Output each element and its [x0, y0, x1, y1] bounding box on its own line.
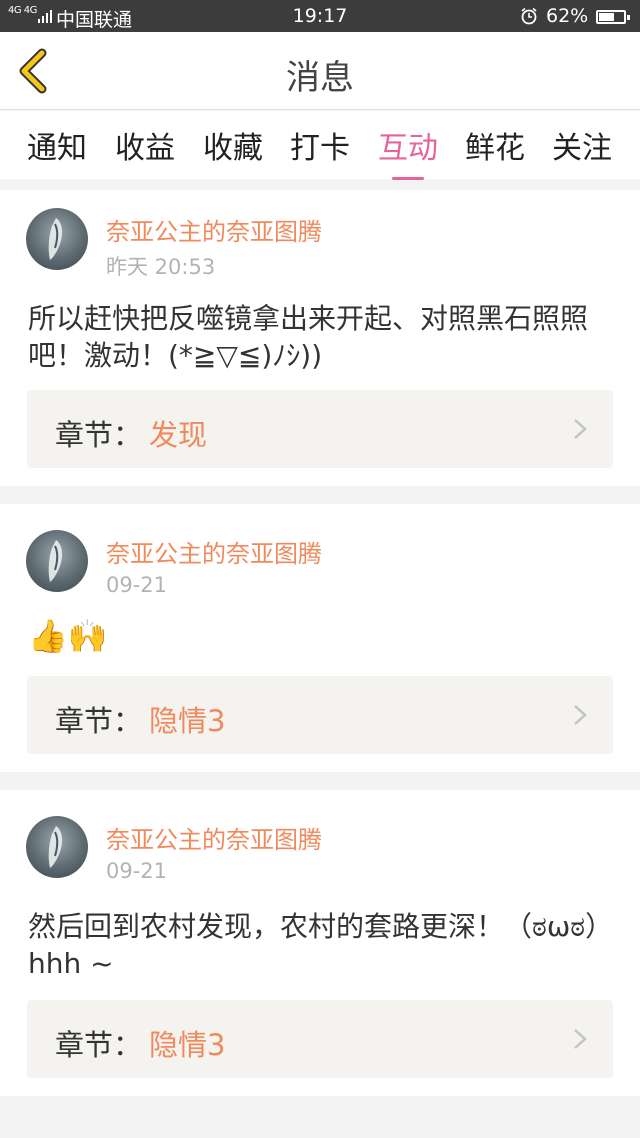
status-bar: 4G 4G 中国联通 19:17 62%	[0, 0, 640, 32]
chapter-name: 发现	[149, 418, 208, 452]
avatar[interactable]	[26, 208, 88, 270]
chevron-right-icon	[574, 705, 587, 725]
active-tab-indicator	[392, 177, 424, 180]
username[interactable]: 奈亚公主的奈亚图腾	[106, 534, 322, 569]
tab-earnings[interactable]: 收益	[105, 123, 185, 167]
username[interactable]: 奈亚公主的奈亚图腾	[106, 820, 322, 855]
message-content: 然后回到农村发现，农村的套路更深！（ಠωಠ）hhh ~	[28, 910, 614, 980]
page-title: 消息	[286, 58, 354, 98]
alarm-icon	[521, 7, 537, 25]
chapter-link[interactable]: 章节： 隐情3	[27, 1000, 613, 1078]
battery-fill	[599, 13, 614, 21]
avatar[interactable]	[26, 816, 88, 878]
message-content: 👍🙌	[28, 617, 108, 655]
tab-flowers[interactable]: 鲜花	[455, 123, 535, 167]
avatar-icon	[48, 826, 63, 868]
tab-interaction-label: 互动	[378, 131, 438, 166]
tab-bar: 通知 收益 收藏 打卡 互动 鲜花 关注	[0, 111, 640, 180]
tab-following[interactable]: 关注	[542, 123, 622, 167]
chevron-right-icon	[574, 419, 587, 439]
avatar-icon	[48, 218, 63, 260]
chapter-label: 章节：	[55, 1028, 143, 1062]
message-time: 09-21	[106, 573, 168, 597]
tab-favorites[interactable]: 收藏	[193, 123, 273, 167]
message-card: 奈亚公主的奈亚图腾 09-21 👍🙌 章节： 隐情3	[0, 504, 640, 772]
avatar[interactable]	[26, 530, 88, 592]
tab-notice[interactable]: 通知	[17, 123, 97, 167]
chevron-right-icon	[574, 1029, 587, 1049]
nav-header: 消息	[0, 32, 640, 110]
chapter-label: 章节：	[55, 418, 143, 452]
chapter-label: 章节：	[55, 704, 143, 738]
message-card: 奈亚公主的奈亚图腾 昨天 20:53 所以赶快把反噬镜拿出来开起、对照黑石照照吧…	[0, 190, 640, 486]
chapter-name: 隐情3	[149, 1028, 226, 1062]
message-time: 昨天 20:53	[106, 255, 216, 279]
message-card: 奈亚公主的奈亚图腾 09-21 然后回到农村发现，农村的套路更深！（ಠωಠ）hh…	[0, 790, 640, 1096]
clock: 19:17	[292, 5, 348, 27]
username[interactable]: 奈亚公主的奈亚图腾	[106, 212, 322, 247]
tab-checkin[interactable]: 打卡	[280, 123, 360, 167]
message-time: 09-21	[106, 859, 168, 883]
chapter-link[interactable]: 章节： 发现	[27, 390, 613, 468]
avatar-icon	[48, 540, 63, 582]
chapter-name: 隐情3	[149, 704, 226, 738]
battery-percent: 62%	[546, 5, 589, 27]
chapter-link[interactable]: 章节： 隐情3	[27, 676, 613, 754]
message-content: 所以赶快把反噬镜拿出来开起、对照黑石照照吧！激动！(*≧▽≦)ﾉｼ))	[28, 302, 589, 372]
tab-interaction[interactable]: 互动	[368, 123, 448, 180]
battery-icon	[596, 10, 630, 24]
